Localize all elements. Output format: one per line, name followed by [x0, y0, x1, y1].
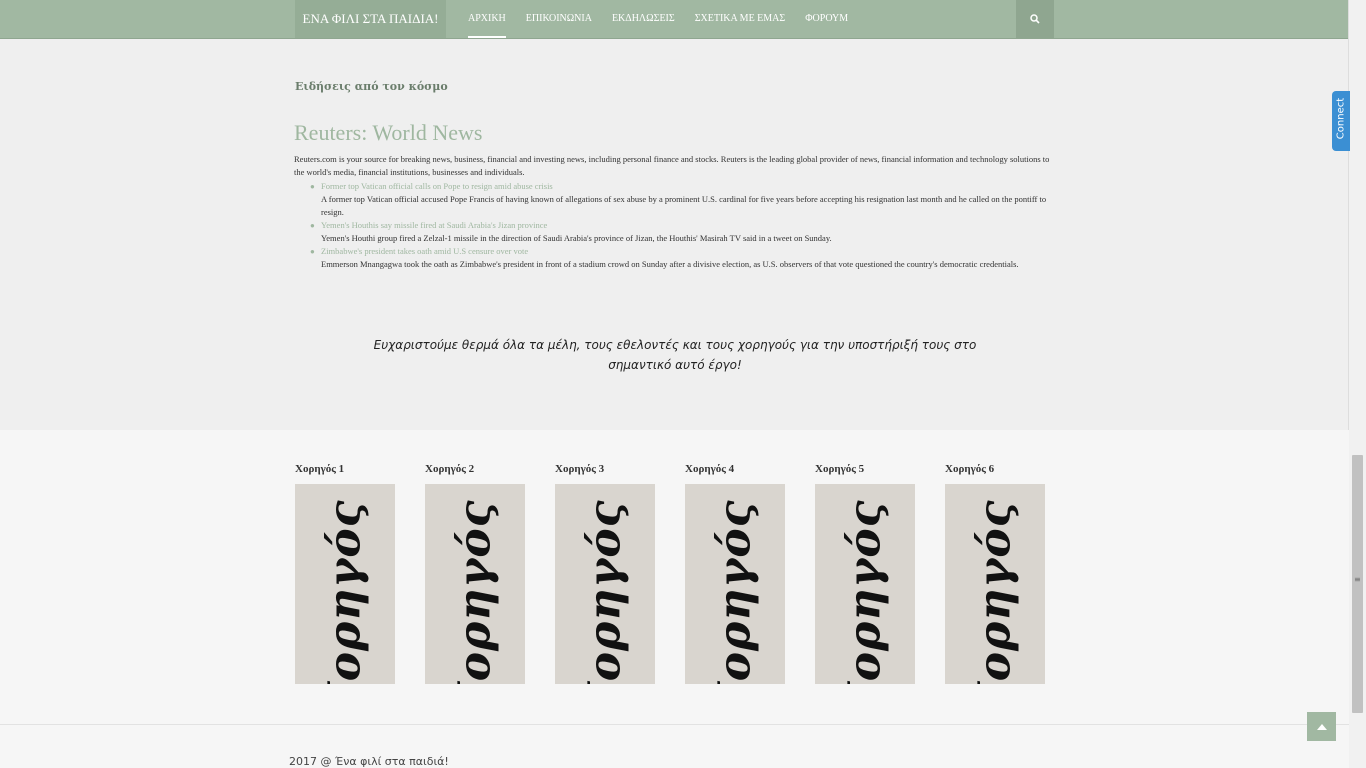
sponsor-image-text: Χορηγός 2	[449, 484, 501, 684]
sponsor-label: Χορηγός 2	[425, 463, 475, 475]
footer	[0, 725, 1349, 768]
news-link[interactable]: Zimbabwe's president takes oath amid U.S…	[321, 245, 1049, 258]
page-scrollbar[interactable]: ≡	[1348, 0, 1366, 768]
arrow-up-icon	[1316, 723, 1327, 730]
search-button[interactable]	[1016, 0, 1054, 38]
main-nav: ΑΡΧΙΚΗ ΕΠΙΚΟΙΝΩΝΙΑ ΕΚΔΗΛΩΣΕΙΣ ΣΧΕΤΙΚΑ ΜΕ…	[468, 0, 868, 38]
sponsor-image[interactable]: Χορηγός 4	[685, 484, 785, 684]
sponsors-section	[0, 430, 1349, 725]
feed-description: Reuters.com is your source for breaking …	[294, 154, 1050, 177]
sponsor-card-5: Χορηγός 5 Χορηγός 5	[815, 463, 915, 684]
sponsor-label: Χορηγός 3	[555, 463, 605, 475]
sponsor-image[interactable]: Χορηγός 3	[555, 484, 655, 684]
sponsor-image-text: Χορηγός 3	[579, 484, 631, 684]
site-brand[interactable]: ΕΝΑ ΦΙΛΙ ΣΤΑ ΠΑΙΔΙΑ!	[295, 0, 446, 38]
connect-tab[interactable]: Connect	[1332, 91, 1350, 151]
top-navbar: ΕΝΑ ΦΙΛΙ ΣΤΑ ΠΑΙΔΙΑ! ΑΡΧΙΚΗ ΕΠΙΚΟΙΝΩΝΙΑ …	[0, 0, 1349, 39]
sponsor-label: Χορηγός 6	[945, 463, 995, 475]
news-link[interactable]: Former top Vatican official calls on Pop…	[321, 180, 1049, 193]
news-summary: A former top Vatican official accused Po…	[321, 194, 1047, 217]
sponsor-image[interactable]: Χορηγός 2	[425, 484, 525, 684]
sponsor-card-2: Χορηγός 2 Χορηγός 2	[425, 463, 525, 684]
search-icon	[1030, 14, 1040, 24]
sponsor-image-text: Χορηγός 6	[969, 484, 1021, 684]
connect-label: Connect	[1335, 97, 1347, 140]
sponsor-image-text: Χορηγός 5	[839, 484, 891, 684]
thanks-message: Ευχαριστούμε θερμά όλα τα μέλη, τους εθε…	[373, 338, 977, 372]
sponsor-card-6: Χορηγός 6 Χορηγός 6	[945, 463, 1045, 684]
sponsor-card-1: Χορηγός 1 Χορηγός 1	[295, 463, 395, 684]
sponsor-image[interactable]: Χορηγός 6	[945, 484, 1045, 684]
nav-item-events[interactable]: ΕΚΔΗΛΩΣΕΙΣ	[612, 0, 675, 38]
nav-item-about[interactable]: ΣΧΕΤΙΚΑ ΜΕ ΕΜΑΣ	[695, 0, 786, 38]
scrollbar-thumb[interactable]	[1352, 455, 1363, 713]
bullet-icon: ●	[310, 247, 315, 256]
sponsor-card-3: Χορηγός 3 Χορηγός 3	[555, 463, 655, 684]
sponsor-label: Χορηγός 4	[685, 463, 735, 475]
news-link[interactable]: Yemen's Houthis say missile fired at Sau…	[321, 219, 1049, 232]
news-summary: Emmerson Mnangagwa took the oath as Zimb…	[321, 259, 1019, 269]
sponsor-label: Χορηγός 5	[815, 463, 865, 475]
bullet-icon: ●	[310, 182, 315, 191]
sponsor-card-4: Χορηγός 4 Χορηγός 4	[685, 463, 785, 684]
sponsor-label: Χορηγός 1	[295, 463, 345, 475]
sponsor-image[interactable]: Χορηγός 1	[295, 484, 395, 684]
nav-item-contact[interactable]: ΕΠΙΚΟΙΝΩΝΙΑ	[526, 0, 592, 38]
list-item: ● Former top Vatican official calls on P…	[309, 180, 1049, 219]
footer-copyright: 2017 @ Ένα φιλί στα παιδιά!	[289, 755, 449, 768]
back-to-top-button[interactable]	[1307, 712, 1336, 741]
sponsor-image[interactable]: Χορηγός 5	[815, 484, 915, 684]
sponsor-image-text: Χορηγός 4	[709, 484, 761, 684]
scrollbar-grip-icon: ≡	[1354, 575, 1361, 584]
sponsor-image-text: Χορηγός 1	[319, 484, 371, 684]
news-summary: Yemen's Houthi group fired a Zelzal-1 mi…	[321, 233, 832, 243]
news-list: ● Former top Vatican official calls on P…	[309, 180, 1049, 271]
news-section-heading: Ειδήσεις από τον κόσμο	[295, 80, 448, 93]
feed-title[interactable]: Reuters: World News	[294, 120, 482, 146]
nav-item-home[interactable]: ΑΡΧΙΚΗ	[468, 0, 506, 38]
nav-item-forum[interactable]: ΦΟΡΟΥΜ	[805, 0, 848, 38]
list-item: ● Yemen's Houthis say missile fired at S…	[309, 219, 1049, 245]
list-item: ● Zimbabwe's president takes oath amid U…	[309, 245, 1049, 271]
bullet-icon: ●	[310, 221, 315, 230]
